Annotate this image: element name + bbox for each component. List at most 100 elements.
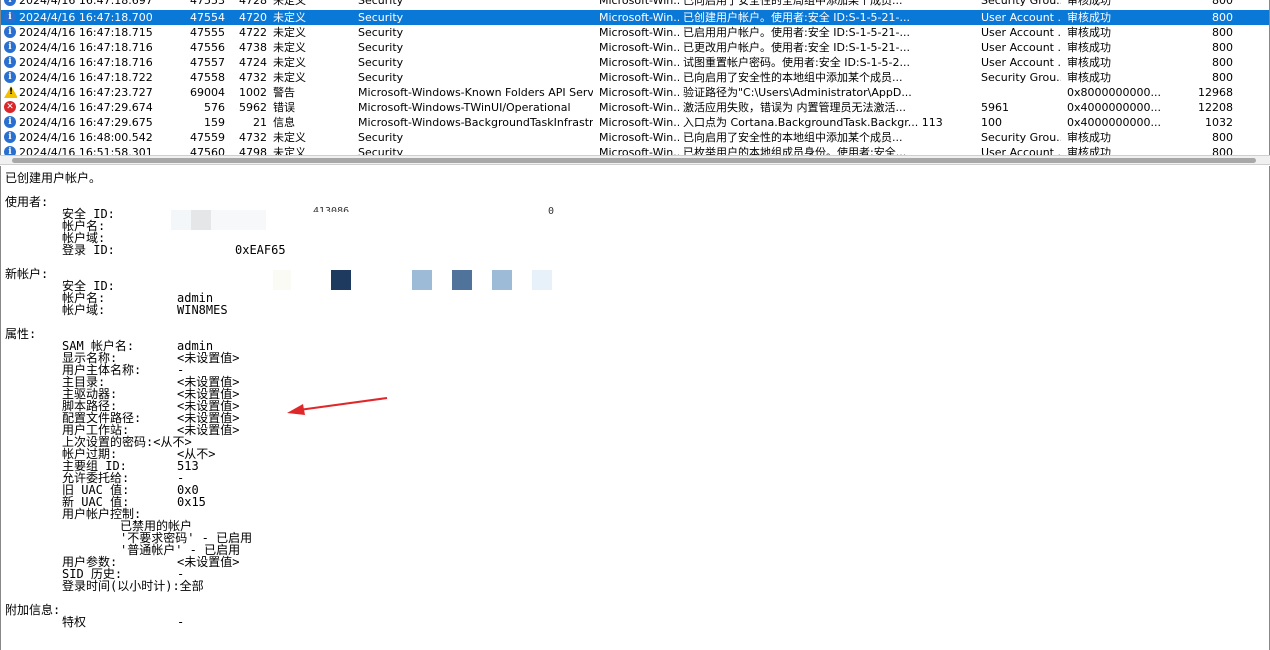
event-cell-message: 试图重置帐户密码。使用者:安全 ID:S-1-5-2... [683,56,910,69]
event-cell-task: User Account ... [981,26,1061,39]
event-cell-source: Security [358,41,404,54]
event-cell-source: Security [358,0,404,7]
event-cell-event-id: 4732 [239,131,267,144]
event-row[interactable]: i 2024/4/16 16:47:29.675 159 21 信息 Microsoft-… [1,115,1269,130]
event-cell-event-id: 4738 [239,41,267,54]
event-cell-log: Microsoft-Win... [599,71,679,84]
event-row[interactable]: i 2024/4/16 16:47:18.716 47557 4724 未定义 Secur… [1,55,1269,70]
redaction-block [532,270,552,290]
event-cell-message: 已更改用户帐户。使用者:安全 ID:S-1-5-21-... [683,41,910,54]
event-cell-level: 未定义 [273,26,306,39]
event-cell-event-id: 5962 [239,101,267,114]
event-list[interactable]: i 2024/4/16 16:47:18.697 47553 4728 未定义 Secur… [0,0,1270,155]
event-row[interactable]: i 2024/4/16 16:47:18.716 47556 4738 未定义 Secur… [1,40,1269,55]
detail-label: 属性: [5,327,37,341]
detail-value: WIN8MES [177,303,228,317]
event-cell-message: 入口点为 Cortana.BackgroundTask.Backgr... 11… [683,116,943,129]
event-cell-record: 159 [204,116,225,129]
event-cell-keyword: 审核成功 [1067,71,1111,84]
event-cell-log: Microsoft-Win... [599,11,679,24]
info-icon: i [4,56,17,69]
event-cell-num: 1032 [1205,116,1233,129]
event-row[interactable]: i 2024/4/16 16:51:58.301 47560 4798 未定义 Secur… [1,145,1269,155]
event-cell-num: 800 [1212,131,1233,144]
event-cell-keyword: 0x4000000000... [1067,116,1161,129]
event-cell-date: 2024/4/16 16:47:18.716 [19,41,153,54]
event-detail-pane: 413086 0 已创建用户帐户。 使用者: 安全 ID: 帐户名: 帐户域: 登录 ID… [0,166,1270,650]
info-icon: i [4,71,17,84]
event-cell-log: Microsoft-Win... [599,0,679,7]
event-cell-log: Microsoft-Win... [599,131,679,144]
event-cell-task: User Account ... [981,41,1061,54]
event-cell-level: 信息 [273,116,295,129]
detail-label: 附加信息: [5,603,61,617]
event-cell-record: 47554 [190,11,225,24]
detail-value: 0xEAF65 [235,243,286,257]
event-cell-source: Security [358,71,404,84]
event-cell-keyword: 审核成功 [1067,0,1111,7]
event-cell-message: 已向启用了安全性的本地组中添加某个成员... [683,71,903,84]
event-cell-source: Microsoft-Windows-BackgroundTaskInfrastr… [358,116,593,129]
event-cell-record: 47553 [190,0,225,7]
detail-label: 使用者: [5,195,49,209]
event-cell-source: Microsoft-Windows-Known Folders API Serv… [358,86,593,99]
event-cell-record: 47559 [190,131,225,144]
event-cell-num: 800 [1212,11,1233,24]
redaction-block [492,270,512,290]
event-row[interactable]: i 2024/4/16 16:47:18.700 47554 4720 未定义 Secur… [1,10,1269,25]
event-cell-keyword: 0x8000000000... [1067,86,1161,99]
event-cell-log: Microsoft-Win... [599,146,679,155]
redaction-block [452,270,472,290]
horizontal-scrollbar[interactable] [0,155,1270,165]
event-cell-level: 未定义 [273,0,306,7]
event-cell-keyword: 审核成功 [1067,146,1111,155]
event-cell-task: Security Grou... [981,131,1061,144]
event-row[interactable]: ! 2024/4/16 16:47:23.727 69004 1002 警告 Micros… [1,85,1269,100]
event-cell-date: 2024/4/16 16:47:29.675 [19,116,153,129]
event-row[interactable]: i 2024/4/16 16:47:18.715 47555 4722 未定义 Secur… [1,25,1269,40]
event-cell-message: 验证路径为"C:\Users\Administrator\AppD... [683,86,912,99]
partial-sid-tail: 0 [548,206,555,214]
event-cell-level: 未定义 [273,41,306,54]
event-cell-source: Security [358,146,404,155]
event-row[interactable]: ✕ 2024/4/16 16:47:29.674 576 5962 错误 Microsof… [1,100,1269,115]
event-cell-message: 已启用用户帐户。使用者:安全 ID:S-1-5-21-... [683,26,910,39]
event-cell-log: Microsoft-Win... [599,41,679,54]
event-cell-level: 未定义 [273,71,306,84]
event-cell-record: 47558 [190,71,225,84]
event-cell-record: 47560 [190,146,225,155]
event-cell-date: 2024/4/16 16:51:58.301 [19,146,153,155]
event-cell-message: 已创建用户帐户。使用者:安全 ID:S-1-5-21-... [683,11,910,24]
event-cell-keyword: 审核成功 [1067,41,1111,54]
detail-label: 新帐户: [5,267,49,281]
scrollbar-thumb[interactable] [12,158,1256,163]
event-cell-event-id: 4798 [239,146,267,155]
event-row[interactable]: i 2024/4/16 16:47:18.722 47558 4732 未定义 Secur… [1,70,1269,85]
redaction-block [171,210,191,230]
info-icon: i [4,0,17,7]
redaction-block [211,210,266,230]
event-cell-date: 2024/4/16 16:47:18.715 [19,26,153,39]
event-cell-message: 已向启用了安全性的本地组中添加某个成员... [683,131,903,144]
event-cell-event-id: 1002 [239,86,267,99]
event-cell-date: 2024/4/16 16:47:29.674 [19,101,153,114]
warning-icon: ! [4,86,17,99]
detail-label: 登录 ID: [62,243,115,257]
event-cell-record: 47555 [190,26,225,39]
info-icon: i [4,131,17,144]
info-icon: i [4,116,17,129]
event-cell-task: User Account ... [981,11,1061,24]
partial-sid-text: 413086 [313,206,350,212]
event-row[interactable]: i 2024/4/16 16:48:00.542 47559 4732 未定义 Secur… [1,130,1269,145]
event-cell-level: 未定义 [273,56,306,69]
event-cell-log: Microsoft-Win... [599,101,679,114]
event-cell-level: 警告 [273,86,295,99]
event-cell-keyword: 审核成功 [1067,131,1111,144]
event-cell-num: 800 [1212,26,1233,39]
event-cell-num: 800 [1212,146,1233,155]
event-cell-level: 未定义 [273,146,306,155]
event-cell-log: Microsoft-Win... [599,56,679,69]
event-row[interactable]: i 2024/4/16 16:47:18.697 47553 4728 未定义 Secur… [1,0,1269,8]
event-cell-record: 576 [204,101,225,114]
detail-label: 登录时间(以小时计):全部 [62,579,204,593]
